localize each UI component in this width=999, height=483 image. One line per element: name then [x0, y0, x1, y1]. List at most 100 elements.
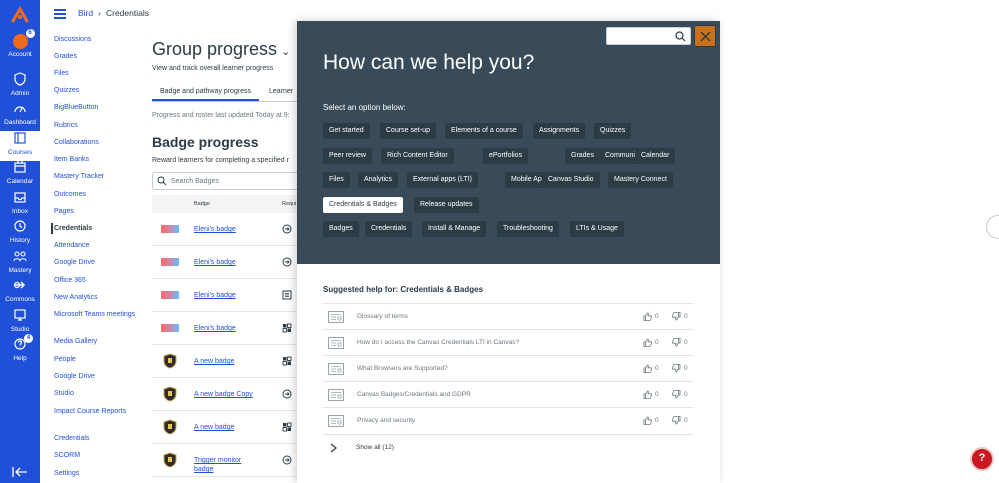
hamburger-menu-icon[interactable]: [54, 9, 66, 19]
downvote-button[interactable]: 0: [672, 338, 688, 347]
course-nav-item[interactable]: Credentials: [51, 223, 146, 234]
help-heading: How can we help you?: [323, 51, 535, 74]
global-nav-commons[interactable]: Commons: [0, 278, 40, 308]
global-nav-dashboard[interactable]: Dashboard: [0, 101, 40, 131]
thumbs-down-icon: [672, 364, 681, 373]
badge-name-link[interactable]: Eleni's badge: [194, 225, 254, 234]
course-nav-item[interactable]: Discussions: [54, 35, 146, 44]
course-nav-item[interactable]: Google Drive: [54, 372, 146, 381]
course-nav-item[interactable]: Media Gallery: [54, 337, 146, 346]
topic-chip[interactable]: Analytics: [358, 172, 399, 188]
topic-chip[interactable]: External apps (LTI): [407, 172, 479, 188]
upvote-button[interactable]: 0: [643, 338, 659, 347]
course-nav-item[interactable]: Outcomes: [54, 190, 146, 199]
badge-image: [161, 291, 179, 299]
global-nav-help[interactable]: 4 Help: [0, 334, 40, 367]
topic-chip[interactable]: ePortfolios: [483, 148, 529, 164]
badge-name-link[interactable]: A new badge: [194, 423, 254, 432]
course-nav-item[interactable]: Rubrics: [54, 121, 146, 130]
topic-chip[interactable]: Canvas Studio: [542, 172, 600, 188]
topic-chip[interactable]: Mastery Connect: [608, 172, 673, 188]
course-nav-item[interactable]: Google Drive: [54, 258, 146, 267]
tab-badge-pathway[interactable]: Badge and pathway progress: [152, 84, 260, 101]
topic-chip[interactable]: Release updates: [414, 197, 479, 213]
badge-name-link[interactable]: Eleni's badge: [194, 291, 254, 300]
course-nav-item[interactable]: SCORM: [54, 451, 146, 460]
badge-search-input[interactable]: Search Badges: [152, 172, 298, 190]
global-nav-calendar[interactable]: Calendar: [0, 160, 40, 190]
show-all-button[interactable]: Show all (12): [323, 434, 693, 460]
global-nav-history[interactable]: History: [0, 219, 40, 249]
badge-name-link[interactable]: Trigger monitor badge: [194, 456, 254, 474]
downvote-button[interactable]: 0: [672, 390, 688, 399]
help-floating-button[interactable]: ?: [970, 447, 994, 471]
topic-chip[interactable]: Files: [323, 172, 350, 188]
suggested-article[interactable]: How do I access the Canvas Credentials L…: [323, 329, 693, 355]
suggested-article[interactable]: Glossary of terms 0 0: [323, 303, 693, 329]
help-prompt: Select an option below:: [323, 103, 406, 112]
course-nav-item[interactable]: Office 365: [54, 276, 146, 285]
course-nav-item[interactable]: Item Banks: [54, 155, 146, 164]
topic-chip[interactable]: Rich Content Editor: [381, 148, 454, 164]
suggested-article[interactable]: Canvas Badges/Credentials and GDPR 0 0: [323, 381, 693, 407]
course-nav-item[interactable]: People: [54, 355, 146, 364]
upvote-button[interactable]: 0: [643, 416, 659, 425]
chevron-right-icon: [330, 443, 337, 453]
topic-chip[interactable]: Assignments: [533, 123, 586, 139]
badge-name-link[interactable]: A new badge Copy: [194, 390, 254, 399]
downvote-button[interactable]: 0: [672, 416, 688, 425]
course-nav-item[interactable]: Studio: [54, 389, 146, 398]
topic-chip[interactable]: Badges: [323, 221, 359, 237]
topic-chip[interactable]: Quizzes: [594, 123, 632, 139]
course-nav-item[interactable]: New Analytics: [54, 293, 146, 302]
breadcrumb-course-link[interactable]: Bird: [78, 8, 93, 18]
badge-name-link[interactable]: Eleni's badge: [194, 324, 254, 333]
course-nav-item[interactable]: Collaborations: [54, 138, 146, 147]
global-nav-courses[interactable]: Courses: [0, 131, 40, 161]
topic-chip[interactable]: Install & Manage: [422, 221, 487, 237]
badge-name-link[interactable]: A new badge: [194, 357, 254, 366]
global-nav-admin[interactable]: Admin: [0, 72, 40, 102]
global-nav-inbox[interactable]: Inbox: [0, 190, 40, 220]
course-nav-item[interactable]: Grades: [54, 52, 146, 61]
downvote-button[interactable]: 0: [672, 312, 688, 321]
course-nav-item[interactable]: Attendance: [54, 241, 146, 250]
topic-chip[interactable]: Elements of a course: [445, 123, 523, 139]
badge-name-link[interactable]: Eleni's badge: [194, 258, 254, 267]
course-nav-item[interactable]: Impact Course Reports: [54, 407, 146, 416]
global-nav-mastery[interactable]: Mastery: [0, 249, 40, 279]
course-nav-item[interactable]: Settings: [54, 469, 146, 478]
course-nav-item[interactable]: Quizzes: [54, 86, 146, 95]
suggested-article[interactable]: What Browsers are Supported? 0 0: [323, 355, 693, 381]
tab-learner[interactable]: Learner: [261, 84, 298, 99]
topic-chip[interactable]: LTIs & Usage: [570, 221, 624, 237]
topic-chip[interactable]: Course set-up: [380, 123, 436, 139]
topic-chip[interactable]: Calendar: [635, 148, 676, 164]
upvote-button[interactable]: 0: [643, 364, 659, 373]
topic-chip[interactable]: Credentials & Badges: [323, 197, 403, 213]
page-title[interactable]: Group progress ⌄: [152, 39, 290, 60]
upvote-button[interactable]: 0: [643, 390, 659, 399]
course-nav-item[interactable]: Mastery Tracker: [54, 172, 146, 181]
close-button[interactable]: [694, 25, 716, 47]
suggested-article[interactable]: Privacy and security 0 0: [323, 407, 693, 433]
help-search-input[interactable]: [606, 27, 691, 45]
topic-chip[interactable]: Troubleshooting: [497, 221, 559, 237]
topic-chip[interactable]: Peer review: [323, 148, 372, 164]
course-nav-item[interactable]: Microsoft Teams meetings: [54, 310, 146, 319]
course-nav-item[interactable]: Pages: [54, 207, 146, 216]
course-nav-item[interactable]: Credentials: [54, 434, 146, 443]
course-nav-item[interactable]: BigBlueButton: [54, 103, 146, 112]
course-nav-item[interactable]: Files: [54, 69, 146, 78]
downvote-button[interactable]: 0: [672, 364, 688, 373]
global-nav-account[interactable]: 6 Account: [0, 29, 40, 64]
collapse-nav-icon[interactable]: [12, 466, 28, 478]
topic-chip[interactable]: Get started: [323, 123, 370, 139]
canvas-logo-icon[interactable]: [9, 5, 31, 25]
side-panel-handle[interactable]: [986, 215, 999, 239]
topic-chip[interactable]: Grades: [565, 148, 600, 164]
topic-chip[interactable]: Credentials: [365, 221, 413, 237]
search-icon: [675, 31, 686, 42]
upvote-button[interactable]: 0: [643, 312, 659, 321]
global-nav-studio[interactable]: Studio: [0, 308, 40, 338]
